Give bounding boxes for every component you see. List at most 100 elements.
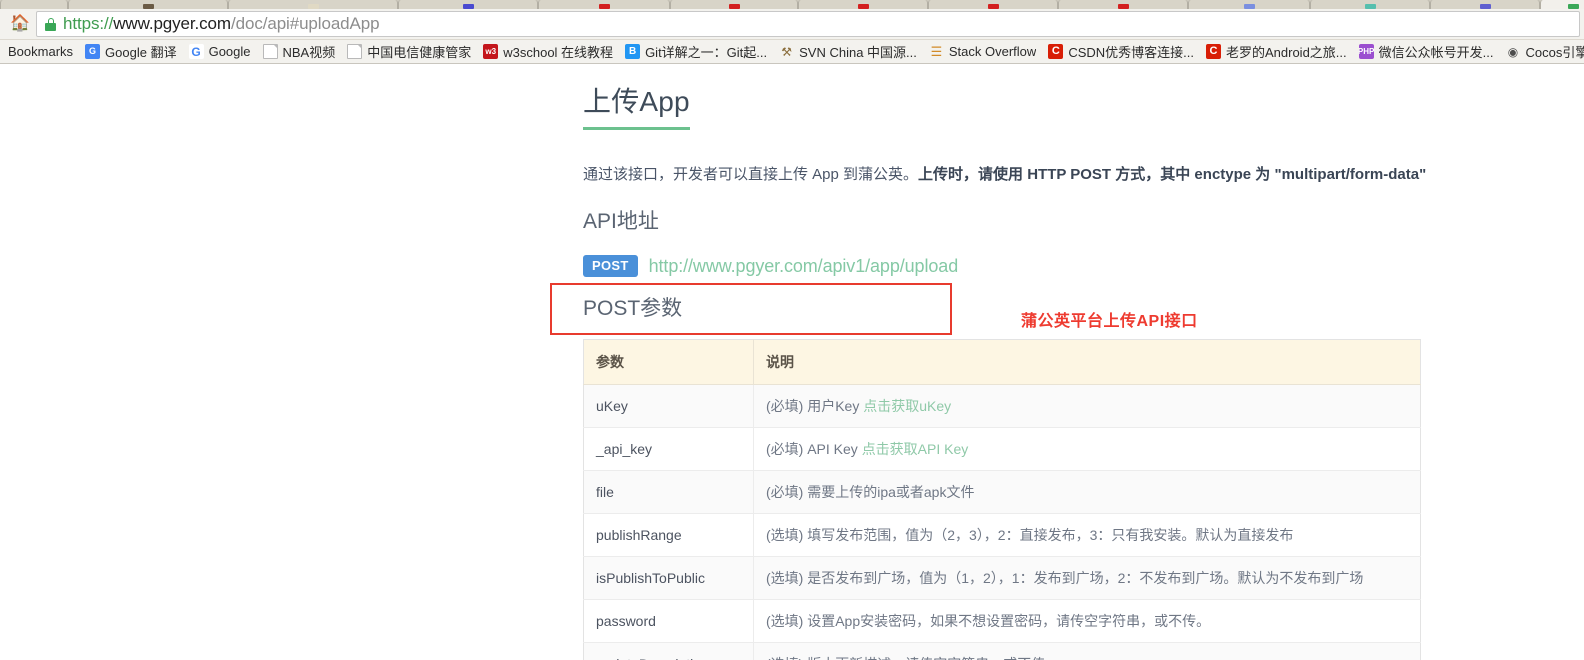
param-name-cell: updateDescription (583, 642, 754, 660)
page-viewport: 上传App 通过该接口，开发者可以直接上传 App 到蒲公英。上传时，请使用 H… (0, 64, 1584, 660)
intro-plain: 通过该接口，开发者可以直接上传 App 到蒲公英。 (583, 166, 919, 184)
tab-favicon-icon (28, 4, 40, 9)
column-header-desc: 说明 (753, 339, 1421, 385)
w3school-icon: w3 (483, 44, 499, 59)
bookmark-label: 中国电信健康管家 (367, 45, 472, 60)
param-name-cell: file (583, 470, 754, 514)
git-icon: B (625, 44, 641, 59)
page-icon (262, 44, 278, 59)
home-button[interactable]: 🏠 (6, 11, 34, 37)
table-row: updateDescription (选填) 版本更新描述，请传空字符串，或不传。 (583, 642, 1421, 660)
bookmark-item[interactable]: ◉ Cocos引擎中文官 (1499, 42, 1584, 62)
bookmark-item[interactable]: PHP 微信公众帐号开发... (1353, 42, 1500, 62)
bookmark-label: Git详解之一：Git起... (645, 45, 768, 60)
bookmark-label: 老罗的Android之旅... (1225, 45, 1347, 60)
svn-icon: ⚒ (781, 44, 792, 59)
browser-tab[interactable] (68, 0, 228, 9)
bookmark-item[interactable]: C CSDN优秀博客连接... (1042, 42, 1200, 62)
bookmark-item[interactable]: w3 w3school 在线教程 (477, 42, 619, 62)
param-name-cell: uKey (583, 384, 754, 428)
google-icon: G (188, 44, 204, 59)
table-header-row: 参数 说明 (583, 339, 1421, 385)
bookmark-label: Stack Overflow (948, 44, 1037, 59)
param-name-cell: _api_key (583, 427, 754, 471)
browser-tab[interactable] (670, 0, 798, 9)
url-host: www.pgyer.com (113, 14, 231, 33)
tab-favicon-icon (598, 4, 610, 9)
post-params-table: 参数 说明 uKey (必填) 用户Key 点击获取uKey _api_key (必填… (583, 338, 1421, 660)
url-scheme: https:// (63, 14, 114, 33)
table-head: 参数 说明 (583, 339, 1421, 385)
param-name-cell: isPublishToPublic (583, 556, 754, 600)
api-address-heading: API地址 (583, 210, 659, 234)
browser-tab[interactable] (798, 0, 928, 9)
bookmark-label: 微信公众帐号开发... (1378, 45, 1494, 60)
param-desc-text: (必填) 用户Key (766, 397, 864, 414)
param-desc-cell: (选填) 版本更新描述，请传空字符串，或不传。 (754, 642, 1421, 660)
tab-strip[interactable] (0, 0, 1584, 9)
browser-tab[interactable] (538, 0, 670, 9)
param-desc-text: (选填) 填写发布范围，值为（2，3），2：直接发布，3：只有我安装。默认为直接… (766, 526, 1294, 543)
browser-tab[interactable] (228, 0, 398, 9)
bookmarks-bar[interactable]: Bookmarks G Google 翻译 G Google NBA视频 中国电信健康管家 w… (0, 40, 1584, 64)
bookmark-item[interactable]: G Google 翻译 (79, 42, 183, 62)
intro-paragraph: 通过该接口，开发者可以直接上传 App 到蒲公英。上传时，请使用 HTTP PO… (583, 163, 1426, 187)
api-endpoint-url[interactable]: http://www.pgyer.com/apiv1/app/upload (649, 256, 959, 277)
tab-favicon-icon (987, 4, 999, 9)
bookmark-label: Google (208, 44, 251, 59)
param-desc-link[interactable]: 点击获取API Key (862, 441, 969, 457)
table-row: password (选填) 设置App安装密码，如果不想设置密码，请传空字符串，或… (583, 599, 1421, 643)
wechat-dev-icon: PHP (1358, 44, 1374, 59)
browser-tab[interactable] (1058, 0, 1188, 9)
param-desc-cell: (必填) 用户Key 点击获取uKey (753, 384, 1421, 428)
tab-favicon-icon (1479, 4, 1491, 9)
param-desc-link[interactable]: 点击获取uKey (863, 398, 951, 414)
table-row: file (必填) 需要上传的ipa或者apk文件 (583, 470, 1421, 514)
browser-tab[interactable] (1188, 0, 1310, 9)
param-desc-cell: (选填) 设置App安装密码，如果不想设置密码，请传空字符串，或不传。 (753, 599, 1421, 643)
page-icon (347, 44, 363, 59)
post-method-badge: POST (583, 255, 638, 278)
bookmark-item[interactable]: G Google (183, 42, 257, 62)
param-desc-text: (必填) 需要上传的ipa或者apk文件 (766, 483, 975, 500)
bookmark-label: Google 翻译 (105, 45, 177, 60)
browser-tab[interactable] (1310, 0, 1430, 9)
bookmarks-label: Bookmarks (2, 42, 79, 62)
param-desc-text: (必填) API Key (766, 440, 862, 457)
browser-tab[interactable] (0, 0, 68, 9)
browser-tab[interactable] (1430, 0, 1540, 9)
table-body: uKey (必填) 用户Key 点击获取uKey _api_key (必填) API … (583, 384, 1421, 660)
tab-favicon-icon (1567, 4, 1579, 9)
csdn-icon: C (1048, 44, 1064, 59)
tab-favicon-icon (857, 4, 869, 9)
tab-favicon-icon (1243, 4, 1255, 9)
home-icon: 🏠 (10, 15, 30, 32)
tab-favicon-icon (142, 4, 154, 9)
param-desc-cell: (必填) 需要上传的ipa或者apk文件 (753, 470, 1421, 514)
bookmark-item[interactable]: ☰ Stack Overflow (923, 42, 1042, 62)
browser-tab[interactable] (928, 0, 1058, 9)
post-params-heading: POST参数 (583, 297, 683, 321)
bookmark-label: Cocos引擎中文官 (1525, 45, 1584, 60)
bookmark-label: SVN China 中国源... (799, 45, 917, 60)
table-row: publishRange (选填) 填写发布范围，值为（2，3），2：直接发布，3… (583, 513, 1421, 557)
lock-icon (45, 17, 56, 31)
google-translate-icon: G (85, 44, 101, 59)
tab-favicon-icon (462, 4, 474, 9)
browser-tab[interactable] (398, 0, 538, 9)
param-name-cell: publishRange (583, 513, 754, 557)
bookmark-item[interactable]: C 老罗的Android之旅... (1200, 42, 1353, 62)
browser-tab[interactable] (1540, 0, 1584, 9)
bookmark-label: CSDN优秀博客连接... (1068, 45, 1194, 60)
tab-favicon-icon (307, 4, 319, 9)
address-bar[interactable]: https://www.pgyer.com/doc/api#uploadApp (36, 11, 1580, 37)
annotation-text: 蒲公英平台上传API接口 (1021, 313, 1198, 330)
param-desc-cell: (选填) 是否发布到广场，值为（1，2），1：发布到广场，2：不发布到广场。默认… (753, 556, 1421, 600)
bookmark-item[interactable]: 中国电信健康管家 (341, 42, 477, 62)
bookmark-item[interactable]: B Git详解之一：Git起... (619, 42, 773, 62)
bookmark-label: w3school 在线教程 (503, 45, 614, 60)
csdn-icon: C (1205, 44, 1221, 59)
bookmark-item[interactable]: ⚒ SVN China 中国源... (773, 42, 923, 62)
bookmark-item[interactable]: NBA视频 (257, 42, 342, 62)
stack-overflow-icon: ☰ (930, 44, 943, 59)
